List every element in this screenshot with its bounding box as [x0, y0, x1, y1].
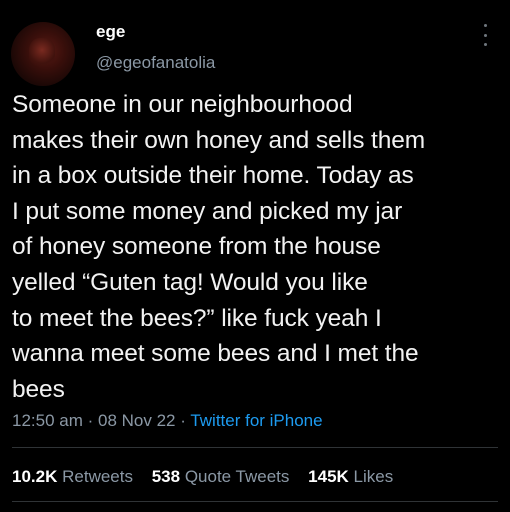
more-dot — [483, 24, 487, 27]
tweet-stats: 10.2K Retweets 538 Quote Tweets 145K Lik… — [12, 467, 407, 487]
likes-stat[interactable]: 145K Likes — [308, 467, 393, 486]
more-vertical-icon[interactable] — [482, 24, 488, 46]
more-dot — [483, 43, 487, 46]
divider — [12, 447, 498, 448]
likes-count: 145K — [308, 467, 349, 486]
tweet-time[interactable]: 12:50 am — [12, 411, 83, 430]
meta-separator: · — [82, 411, 98, 430]
divider — [12, 501, 498, 502]
quote-tweets-label: Quote Tweets — [184, 467, 290, 486]
tweet-date[interactable]: 08 Nov 22 — [98, 411, 176, 430]
author-name[interactable]: ege — [96, 22, 125, 42]
likes-label: Likes — [353, 467, 394, 486]
tweet-text: Someone in our neighbourhood makes their… — [12, 91, 426, 403]
retweets-label: Retweets — [62, 467, 133, 486]
retweets-count: 10.2K — [12, 467, 58, 486]
retweets-stat[interactable]: 10.2K Retweets — [12, 467, 133, 486]
tweet-card: ege @egeofanatolia Someone in our neighb… — [0, 0, 510, 512]
avatar[interactable] — [11, 22, 75, 86]
quote-tweets-stat[interactable]: 538 Quote Tweets — [152, 467, 290, 486]
author-handle[interactable]: @egeofanatolia — [96, 53, 215, 73]
tweet-meta: 12:50 am · 08 Nov 22 · Twitter for iPhon… — [12, 411, 323, 431]
meta-separator: · — [175, 411, 191, 430]
tweet-source[interactable]: Twitter for iPhone — [190, 411, 322, 430]
quote-tweets-count: 538 — [151, 467, 181, 486]
more-dot — [483, 33, 487, 37]
